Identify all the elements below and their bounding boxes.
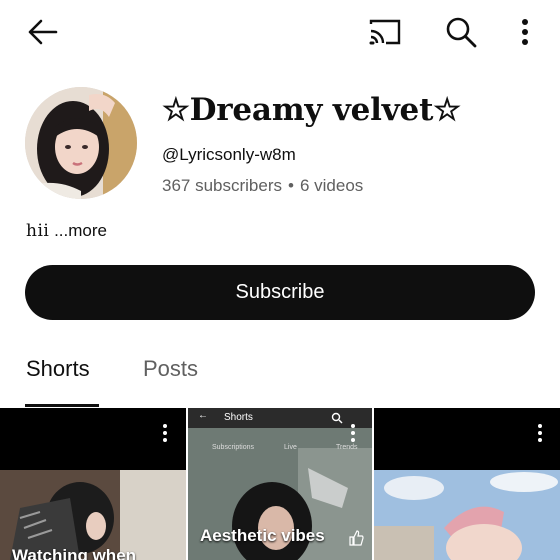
top-app-bar (0, 0, 560, 64)
channel-stats: 367 subscribers • 6 videos (162, 176, 363, 196)
short-caption: Aesthetic vibes (200, 526, 325, 545)
short-more-icon[interactable] (163, 424, 169, 442)
shorts-grid: Watching when ← Shorts Subscriptions Liv… (0, 408, 560, 560)
short-caption: Watching when (12, 546, 137, 560)
embedded-shorts-title: Shorts (224, 412, 253, 423)
embedded-tab: Live (284, 444, 297, 451)
search-icon[interactable] (440, 12, 482, 52)
description-more-link[interactable]: ...more (54, 221, 107, 240)
short-more-icon[interactable] (538, 424, 544, 442)
embedded-tabs: Subscriptions Live Trends (198, 444, 368, 458)
embedded-tab: Subscriptions (212, 444, 255, 451)
tab-posts[interactable]: Posts (143, 356, 198, 382)
embedded-back-icon: ← (198, 410, 208, 421)
cast-icon[interactable] (364, 14, 406, 50)
subscribe-button[interactable]: Subscribe (25, 265, 535, 320)
channel-avatar[interactable] (25, 87, 137, 199)
subscriber-count: 367 subscribers (162, 176, 283, 195)
back-arrow-icon[interactable] (22, 14, 64, 50)
description-text: hii (26, 221, 50, 241)
tab-shorts[interactable]: Shorts (26, 356, 90, 382)
short-thumbnail[interactable] (374, 408, 560, 560)
short-more-icon[interactable] (351, 424, 357, 442)
channel-tabs: Shorts Posts (0, 340, 560, 408)
embedded-tab: Trends (336, 444, 358, 451)
short-thumbnail[interactable]: Watching when (0, 408, 186, 560)
like-icon (349, 530, 364, 546)
embedded-search-icon (331, 412, 343, 424)
more-vert-icon[interactable] (508, 12, 542, 52)
channel-handle: @Lyricsonly-w8m (162, 145, 296, 164)
channel-name: ☆Dreamy velvet☆ (162, 92, 461, 128)
channel-description[interactable]: hii ...more (26, 221, 107, 241)
embedded-shorts-header: ← Shorts (188, 408, 372, 430)
stats-separator: • (288, 176, 294, 195)
selected-tab-indicator (25, 404, 99, 407)
video-count: 6 videos (299, 176, 364, 195)
short-thumbnail[interactable]: ← Shorts Subscriptions Live Trends Aesth… (188, 408, 372, 560)
